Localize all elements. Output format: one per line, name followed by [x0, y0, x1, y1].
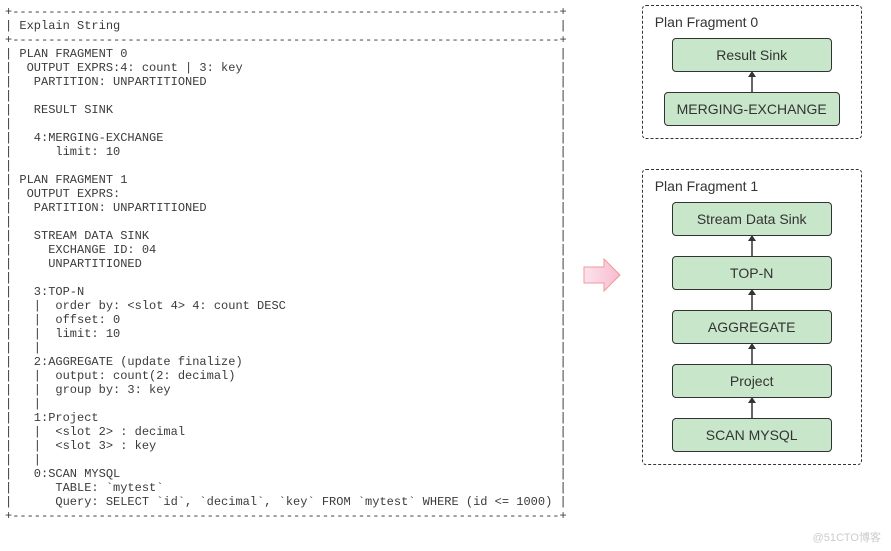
fragment-1-box: Plan Fragment 1 Stream Data Sink TOP-N A…	[642, 169, 862, 465]
node-project: Project	[672, 364, 832, 398]
fragment-title: Plan Fragment 0	[655, 14, 759, 30]
connector-arrow-icon	[751, 344, 753, 364]
node-stream-data-sink: Stream Data Sink	[672, 202, 832, 236]
arrow-right-icon	[577, 255, 627, 295]
watermark-label: @51CTO博客	[813, 529, 881, 545]
fragment-title: Plan Fragment 1	[655, 178, 759, 194]
connector-arrow-icon	[751, 236, 753, 256]
plan-diagram: Plan Fragment 0 Result Sink MERGING-EXCH…	[642, 5, 862, 495]
node-aggregate: AGGREGATE	[672, 310, 832, 344]
connector-arrow-icon	[751, 398, 753, 418]
node-result-sink: Result Sink	[672, 38, 832, 72]
node-top-n: TOP-N	[672, 256, 832, 290]
connector-arrow-icon	[751, 72, 753, 92]
node-merging-exchange: MERGING-EXCHANGE	[664, 92, 840, 126]
fragment-0-box: Plan Fragment 0 Result Sink MERGING-EXCH…	[642, 5, 862, 139]
connector-arrow-icon	[751, 290, 753, 310]
node-scan-mysql: SCAN MYSQL	[672, 418, 832, 452]
explain-text-block: +---------------------------------------…	[5, 5, 567, 523]
